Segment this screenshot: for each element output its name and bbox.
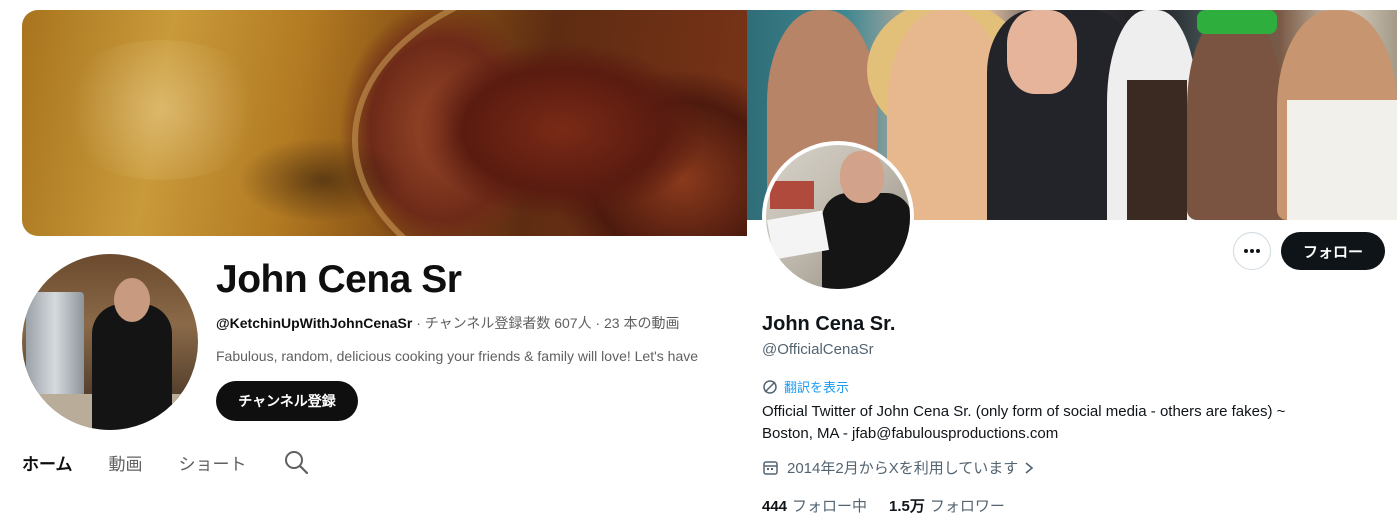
subscribe-button[interactable]: チャンネル登録 — [216, 381, 358, 421]
profile-bio: Official Twitter of John Cena Sr. (only … — [762, 401, 1382, 445]
tab-videos[interactable]: 動画 — [109, 450, 143, 475]
chevron-right-icon — [1025, 461, 1034, 474]
bio-line: Boston, MA - jfab@fabulousproductions.co… — [762, 425, 1059, 442]
following-label: フォロー中 — [792, 498, 868, 515]
channel-meta: @KetchinUpWithJohnCenaSr · チャンネル登録者数 607… — [216, 313, 680, 333]
profile-name: John Cena Sr. — [762, 313, 896, 335]
follow-button[interactable]: フォロー — [1281, 232, 1385, 270]
search-icon[interactable] — [283, 449, 309, 475]
youtube-channel-panel: John Cena Sr @KetchinUpWithJohnCenaSr · … — [0, 0, 747, 518]
joined-date[interactable]: 2014年2月からXを利用しています — [762, 457, 1034, 478]
followers-count: 1.5万 — [889, 498, 925, 515]
translate-label[interactable]: 翻訳を表示 — [784, 377, 849, 396]
channel-avatar[interactable] — [22, 254, 198, 430]
channel-description[interactable]: Fabulous, random, delicious cooking your… — [216, 348, 747, 364]
channel-stats: · チャンネル登録者数 607人 · 23 本の動画 — [412, 315, 680, 331]
profile-handle: @OfficialCenaSr — [762, 341, 874, 358]
channel-handle[interactable]: @KetchinUpWithJohnCenaSr — [216, 315, 412, 331]
channel-banner-image — [22, 10, 747, 236]
following-count: 444 — [762, 498, 788, 515]
tab-shorts[interactable]: ショート — [179, 450, 247, 475]
joined-label: 2014年2月からXを利用しています — [787, 460, 1019, 477]
more-options-button[interactable] — [1233, 232, 1271, 270]
translate-icon — [763, 379, 777, 394]
channel-title: John Cena Sr — [216, 258, 462, 301]
followers-label: フォロワー — [929, 498, 1005, 515]
x-profile-panel: フォロー John Cena Sr. @OfficialCenaSr 翻訳を表示… — [747, 0, 1397, 518]
followers-link[interactable]: 1.5万 フォロワー — [889, 495, 1005, 516]
tab-home[interactable]: ホーム — [22, 450, 73, 475]
bio-line: Official Twitter of John Cena Sr. (only … — [762, 403, 1286, 420]
channel-tabs: ホーム 動画 ショート — [22, 446, 309, 478]
more-icon — [1244, 249, 1260, 253]
profile-avatar[interactable] — [762, 141, 914, 293]
follow-stats: 444 フォロー中 1.5万 フォロワー — [762, 495, 1027, 516]
following-link[interactable]: 444 フォロー中 — [762, 495, 867, 516]
translate-link[interactable]: 翻訳を表示 — [762, 377, 849, 396]
calendar-icon — [763, 461, 778, 475]
